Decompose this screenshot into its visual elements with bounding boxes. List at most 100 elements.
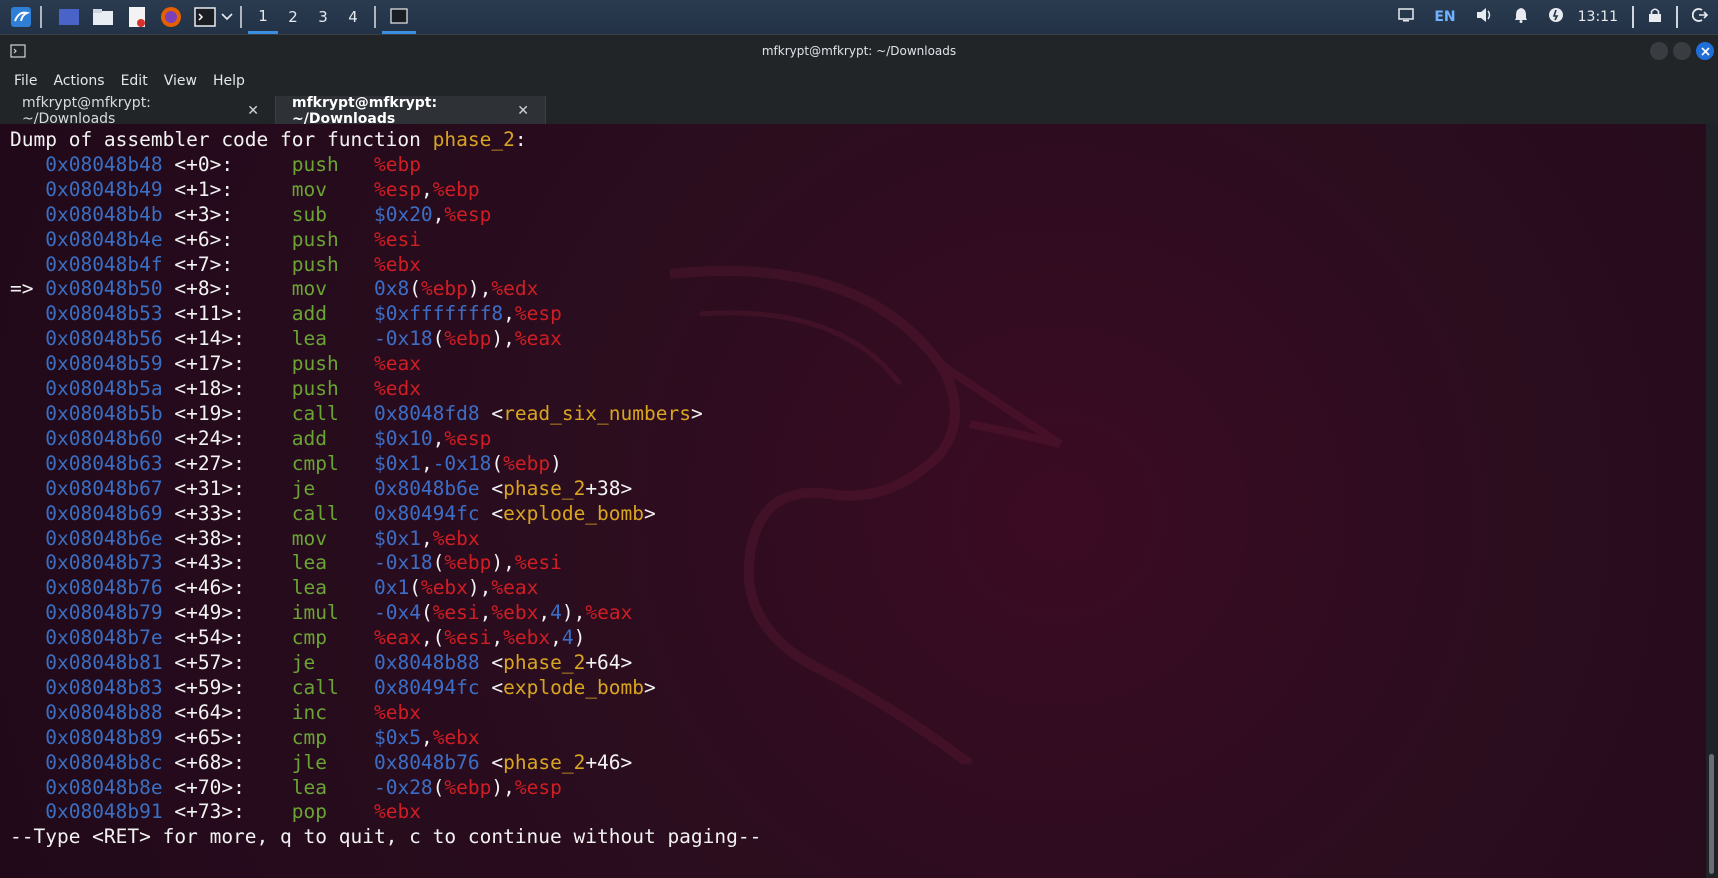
workspace-4[interactable]: 4	[338, 0, 368, 34]
current-instruction-marker	[10, 601, 45, 624]
tab-close-icon[interactable]: ✕	[247, 103, 259, 119]
window-title: mfkrypt@mfkrypt: ~/Downloads	[761, 44, 957, 58]
workspace-1[interactable]: 1	[248, 0, 278, 34]
taskbar-separator	[40, 6, 42, 28]
instruction-mnemonic: cmpl	[291, 451, 374, 475]
terminal-icon[interactable]	[192, 4, 218, 30]
lock-icon[interactable]	[1648, 7, 1662, 27]
instruction-operand: %esp	[444, 202, 492, 226]
chevron-down-icon[interactable]	[220, 4, 234, 30]
tab-label: mfkrypt@mfkrypt: ~/Downloads	[292, 95, 438, 127]
workspace-3[interactable]: 3	[308, 0, 338, 34]
current-instruction-marker	[10, 726, 45, 749]
tab-close-icon[interactable]: ✕	[517, 103, 529, 119]
instruction-operand: (	[432, 775, 445, 799]
tab-2[interactable]: mfkrypt@mfkrypt: ~/Downloads ✕	[276, 95, 546, 127]
instruction-offset: <+65>:	[162, 725, 292, 749]
instruction-operand: %eax	[514, 327, 562, 351]
instruction-operand: -0x18	[373, 327, 433, 351]
menu-edit[interactable]: Edit	[113, 73, 156, 89]
instruction-offset: <+49>:	[162, 601, 292, 625]
instruction-offset: <+43>:	[162, 551, 292, 575]
clock[interactable]: 13:11	[1578, 9, 1618, 25]
instruction-address: 0x08048b5b	[45, 401, 163, 425]
asm-line: 0x08048b4f <+7>: push %ebx	[10, 253, 761, 278]
menu-actions[interactable]: Actions	[45, 73, 112, 89]
instruction-operand: -0x18	[432, 451, 492, 475]
text-editor-icon[interactable]	[124, 4, 150, 30]
instruction-operand: >	[690, 401, 703, 425]
instruction-operand: %ebp	[444, 551, 492, 575]
instruction-mnemonic: lea	[291, 327, 374, 351]
instruction-operand: $0xfffffff8	[373, 302, 504, 326]
instruction-offset: <+6>:	[162, 227, 292, 251]
instruction-address: 0x08048b67	[45, 476, 163, 500]
instruction-operand: %edx	[373, 377, 421, 401]
instruction-operand: $0x1	[373, 451, 421, 475]
instruction-operand: phase_2	[503, 750, 586, 774]
instruction-address: 0x08048b6e	[45, 526, 163, 550]
bell-icon[interactable]	[1514, 7, 1528, 27]
instruction-address: 0x08048b4f	[45, 252, 163, 276]
window-titlebar[interactable]: mfkrypt@mfkrypt: ~/Downloads	[0, 35, 1718, 67]
pager-prompt: --Type <RET> for more, q to quit, c to c…	[10, 825, 762, 849]
instruction-mnemonic: push	[291, 252, 374, 276]
file-manager-icon[interactable]	[90, 4, 116, 30]
asm-line: 0x08048b91 <+73>: pop %ebx	[10, 800, 761, 825]
maximize-button[interactable]	[1673, 42, 1691, 60]
menu-help[interactable]: Help	[205, 73, 253, 89]
workspace-2[interactable]: 2	[278, 0, 308, 34]
instruction-address: 0x08048b91	[45, 800, 163, 824]
instruction-offset: <+7>:	[162, 252, 292, 276]
volume-icon[interactable]	[1476, 7, 1494, 27]
instruction-operand: ,	[538, 601, 551, 625]
instruction-operand: (	[432, 551, 445, 575]
instruction-mnemonic: imul	[291, 601, 374, 625]
menu-file[interactable]: File	[6, 73, 45, 89]
window-app-icon[interactable]	[10, 43, 26, 62]
terminal-scrollbar[interactable]	[1706, 124, 1718, 878]
instruction-offset: <+59>:	[162, 675, 292, 699]
instruction-mnemonic: push	[291, 377, 374, 401]
instruction-offset: <+70>:	[162, 775, 292, 799]
instruction-offset: <+24>:	[162, 426, 292, 450]
instruction-operand: ),	[467, 277, 492, 301]
instruction-mnemonic: mov	[291, 277, 374, 301]
keyboard-language[interactable]: EN	[1434, 9, 1455, 25]
taskbar-terminal-window[interactable]	[382, 0, 416, 34]
current-instruction-marker	[10, 178, 45, 201]
current-instruction-marker	[10, 676, 45, 699]
logout-icon[interactable]	[1691, 7, 1709, 27]
instruction-operand: %esi	[432, 601, 480, 625]
close-button[interactable]	[1696, 42, 1714, 60]
current-instruction-marker	[10, 452, 45, 475]
instruction-operand: 4	[561, 626, 574, 650]
scrollbar-thumb[interactable]	[1709, 754, 1714, 874]
instruction-mnemonic: pop	[291, 800, 374, 824]
desktop-icon[interactable]	[56, 4, 82, 30]
instruction-address: 0x08048b83	[45, 675, 163, 699]
terminal-output[interactable]: Dump of assembler code for function phas…	[0, 124, 1706, 878]
instruction-mnemonic: add	[291, 302, 374, 326]
instruction-operand: %ebp	[444, 327, 492, 351]
instruction-operand: 0x8048b88	[373, 651, 480, 675]
menu-view[interactable]: View	[156, 73, 205, 89]
instruction-operand: %ebp	[432, 177, 480, 201]
instruction-address: 0x08048b8c	[45, 750, 163, 774]
disassembly-header: Dump of assembler code for function phas…	[10, 128, 761, 153]
minimize-button[interactable]	[1650, 42, 1668, 60]
tab-1[interactable]: mfkrypt@mfkrypt: ~/Downloads ✕	[6, 95, 276, 127]
power-icon[interactable]	[1548, 7, 1564, 27]
display-icon[interactable]	[1398, 8, 1415, 26]
instruction-address: 0x08048b49	[45, 177, 163, 201]
asm-line: 0x08048b53 <+11>: add $0xfffffff8,%esp	[10, 302, 761, 327]
instruction-mnemonic: push	[291, 352, 374, 376]
firefox-icon[interactable]	[158, 4, 184, 30]
instruction-operand: ,	[550, 626, 562, 650]
instruction-offset: <+18>:	[162, 377, 292, 401]
instruction-operand: 0x8048fd8	[373, 401, 480, 425]
instruction-mnemonic: lea	[291, 775, 374, 799]
instruction-operand: ,	[420, 526, 433, 550]
kali-menu-icon[interactable]	[8, 4, 34, 30]
instruction-address: 0x08048b63	[45, 451, 163, 475]
